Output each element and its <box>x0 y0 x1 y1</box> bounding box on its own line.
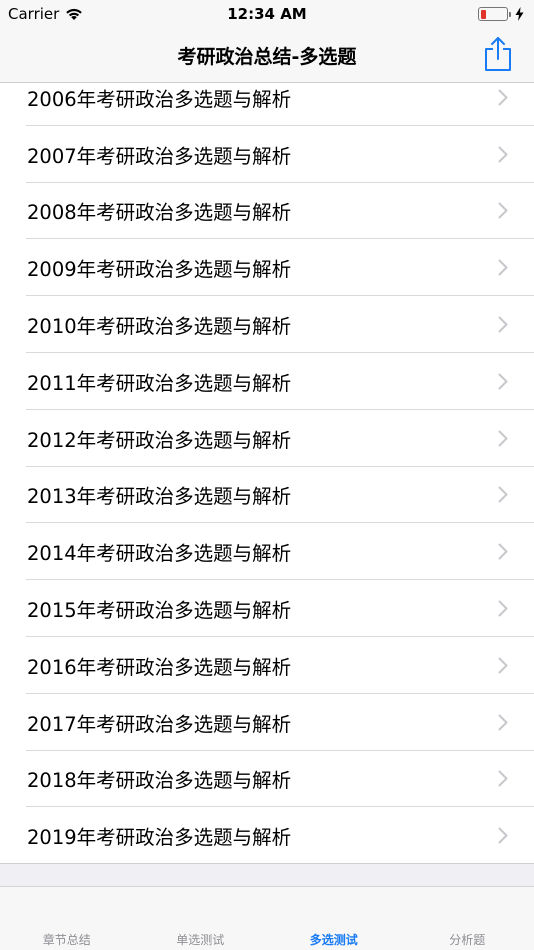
tab-4[interactable]: 分析题 <box>401 887 534 950</box>
chevron-right-icon <box>498 89 508 106</box>
battery-indicator <box>478 7 524 21</box>
chevron-right-icon <box>498 259 508 276</box>
chevron-right-icon <box>498 827 508 844</box>
list-item-label: 2011年考研政治多选题与解析 <box>27 371 292 395</box>
list-item[interactable]: 2018年考研政治多选题与解析 <box>0 751 534 808</box>
list-item-label: 2012年考研政治多选题与解析 <box>27 428 292 452</box>
list-item-label: 2014年考研政治多选题与解析 <box>27 542 292 566</box>
list-item-label: 2008年考研政治多选题与解析 <box>27 201 292 225</box>
chevron-right-icon <box>498 600 508 617</box>
list-footer-gap <box>0 864 534 886</box>
list-item[interactable]: 2013年考研政治多选题与解析 <box>0 467 534 524</box>
list-item-label: 2009年考研政治多选题与解析 <box>27 258 292 282</box>
chevron-right-icon <box>498 146 508 163</box>
chevron-right-icon <box>498 316 508 333</box>
list-item[interactable]: 2009年考研政治多选题与解析 <box>0 239 534 296</box>
list-item-label: 2007年考研政治多选题与解析 <box>27 144 292 168</box>
share-icon <box>485 37 511 71</box>
list-item[interactable]: 2006年考研政治多选题与解析 <box>0 83 534 126</box>
chevron-right-icon <box>498 373 508 390</box>
navigation-bar: 考研政治总结-多选题 <box>0 28 534 83</box>
chevron-right-icon <box>498 202 508 219</box>
year-list-items: 2006年考研政治多选题与解析 2007年考研政治多选题与解析 2008年考研政治多… <box>0 83 534 864</box>
chevron-right-icon <box>498 770 508 787</box>
list-item[interactable]: 2017年考研政治多选题与解析 <box>0 694 534 751</box>
list-item-label: 2018年考研政治多选题与解析 <box>27 769 292 793</box>
tab-label: 单选测试 <box>176 933 225 947</box>
share-button[interactable] <box>480 34 516 74</box>
list-item-label: 2017年考研政治多选题与解析 <box>27 712 292 736</box>
tab-bar: 章节总结 单选测试 多选测试 分析题 <box>0 886 534 950</box>
list-item-label: 2019年考研政治多选题与解析 <box>27 826 292 850</box>
list-item[interactable]: 2011年考研政治多选题与解析 <box>0 353 534 410</box>
year-list: 2006年考研政治多选题与解析 2007年考研政治多选题与解析 2008年考研政治多… <box>0 83 534 864</box>
tab-label: 多选测试 <box>309 933 358 947</box>
list-item[interactable]: 2014年考研政治多选题与解析 <box>0 523 534 580</box>
list-item-label: 2015年考研政治多选题与解析 <box>27 599 292 623</box>
list-item[interactable]: 2007年考研政治多选题与解析 <box>0 126 534 183</box>
list-item-label: 2013年考研政治多选题与解析 <box>27 485 292 509</box>
list-item-label: 2010年考研政治多选题与解析 <box>27 315 292 339</box>
list-item[interactable]: 2008年考研政治多选题与解析 <box>0 183 534 240</box>
status-bar: Carrier 12:34 AM <box>0 0 534 28</box>
battery-level <box>480 9 486 19</box>
chevron-right-icon <box>498 714 508 731</box>
chevron-right-icon <box>498 543 508 560</box>
page-title: 考研政治总结-多选题 <box>177 46 357 68</box>
chevron-right-icon <box>498 657 508 674</box>
tab-2[interactable]: 单选测试 <box>134 887 268 950</box>
status-time: 12:34 AM <box>227 5 307 23</box>
list-item[interactable]: 2015年考研政治多选题与解析 <box>0 580 534 637</box>
tab-label: 章节总结 <box>42 933 91 947</box>
battery-tip <box>509 11 511 17</box>
tab-label: 分析题 <box>449 933 486 947</box>
charging-bolt-icon <box>515 7 524 21</box>
list-item[interactable]: 2012年考研政治多选题与解析 <box>0 410 534 467</box>
list-item[interactable]: 2019年考研政治多选题与解析 <box>0 807 534 864</box>
list-item[interactable]: 2010年考研政治多选题与解析 <box>0 296 534 353</box>
chevron-right-icon <box>498 430 508 447</box>
chevron-right-icon <box>498 486 508 503</box>
list-item-label: 2006年考研政治多选题与解析 <box>27 87 292 111</box>
tab-3[interactable]: 多选测试 <box>267 887 401 950</box>
battery-icon <box>478 7 508 21</box>
list-item-label: 2016年考研政治多选题与解析 <box>27 655 292 679</box>
tab-1[interactable]: 章节总结 <box>0 887 134 950</box>
list-item[interactable]: 2016年考研政治多选题与解析 <box>0 637 534 694</box>
